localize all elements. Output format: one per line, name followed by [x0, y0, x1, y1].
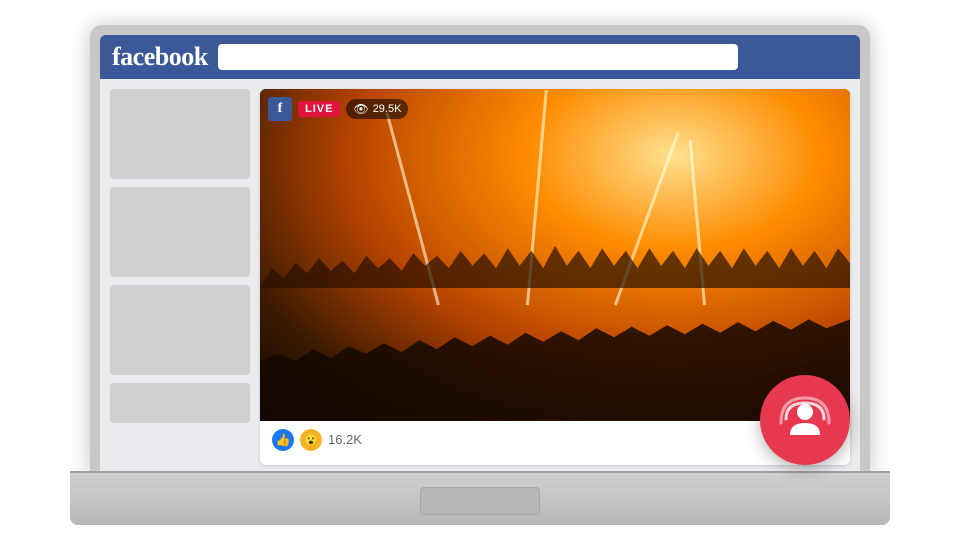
eye-icon: 👁 — [353, 102, 368, 116]
view-count: 👁 29.5K — [346, 99, 408, 119]
sidebar-block-1 — [110, 89, 250, 179]
reaction-thumb: 👍 — [272, 429, 294, 451]
view-count-text: 29.5K — [373, 103, 402, 115]
live-button-overlay[interactable] — [760, 375, 850, 465]
fb-icon-small: f — [268, 97, 292, 121]
fb-sidebar — [110, 89, 250, 465]
fb-content: f LIVE 👁 29.5K — [100, 79, 860, 475]
hands-silhouette — [260, 238, 850, 288]
reaction-wow: 😮 — [300, 429, 322, 451]
laptop-screen-bezel: facebook — [100, 35, 860, 475]
video-container[interactable]: f LIVE 👁 29.5K — [260, 89, 850, 421]
fb-logo: facebook — [112, 42, 208, 72]
reaction-count: 16.2K — [328, 432, 362, 447]
crowd-silhouette — [260, 272, 850, 421]
laptop-trackpad — [420, 487, 540, 515]
fb-header: facebook — [100, 35, 860, 79]
video-bg — [260, 89, 850, 421]
sidebar-block-4 — [110, 383, 250, 423]
laptop: facebook — [70, 25, 890, 525]
sidebar-block-2 — [110, 187, 250, 277]
comment-bars — [260, 459, 850, 465]
laptop-screen-outer: facebook — [90, 25, 870, 475]
fb-search-bar[interactable] — [218, 44, 738, 70]
fb-screen: facebook — [100, 35, 860, 475]
sidebar-block-3 — [110, 285, 250, 375]
live-stream-icon — [778, 393, 832, 447]
scene: facebook — [30, 15, 930, 535]
live-badge: LIVE — [298, 101, 340, 117]
laptop-base — [70, 473, 890, 525]
video-overlay: f LIVE 👁 29.5K — [268, 97, 408, 121]
